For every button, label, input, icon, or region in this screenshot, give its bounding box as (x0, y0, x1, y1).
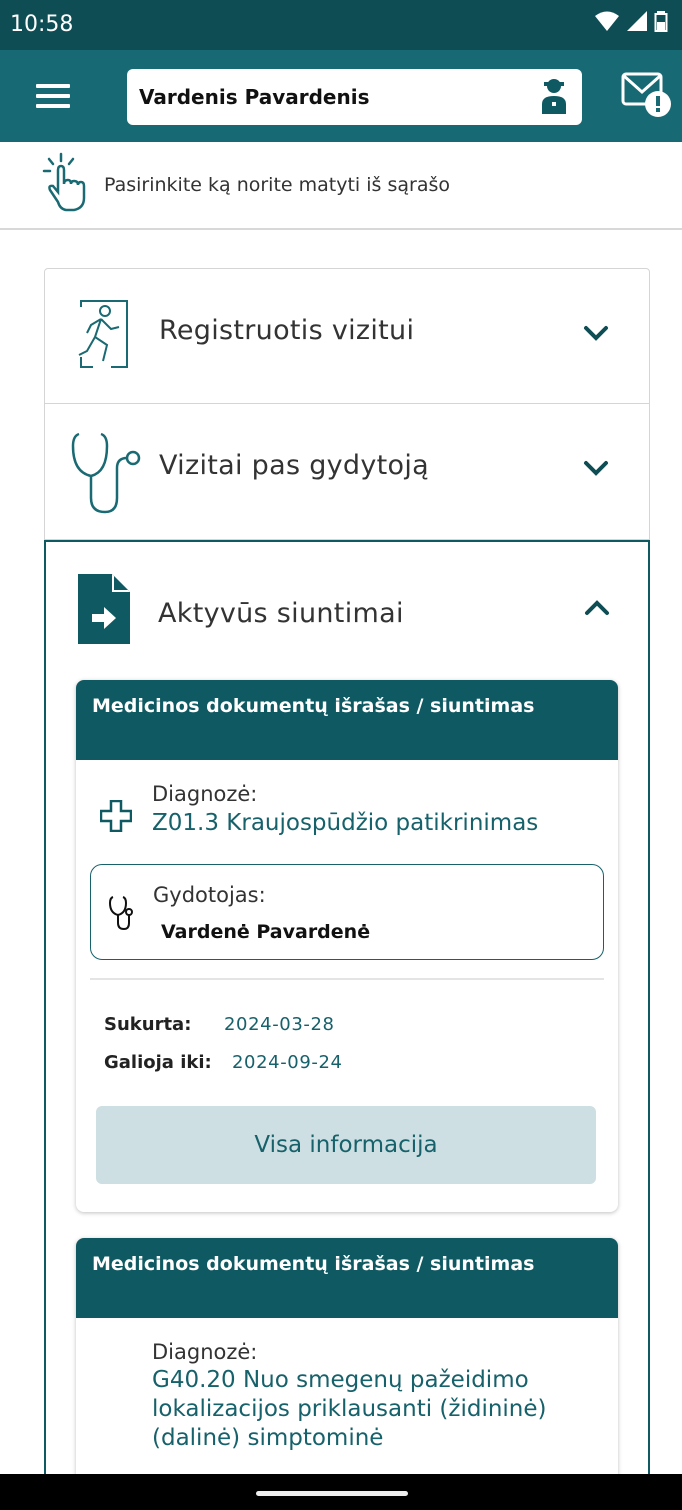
diagnosis-label: Diagnozė: (152, 1340, 258, 1364)
status-bar: 10:58 (0, 0, 682, 50)
patient-selector[interactable]: Vardenis Pavardenis (127, 69, 582, 125)
battery-icon (654, 11, 668, 32)
accordion-label[interactable]: Aktyvūs siuntimai (158, 598, 404, 629)
doctor-name: Vardenė Pavardenė (161, 921, 371, 943)
messages-alert-icon[interactable] (620, 70, 674, 122)
referral-card: Medicinos dokumentų išrašas / siuntimas … (76, 1238, 618, 1510)
patient-name: Vardenis Pavardenis (139, 85, 370, 109)
chevron-down-icon[interactable] (583, 460, 609, 476)
diagnosis-block: Diagnozė: Z01.3 Kraujospūdžio patikrinim… (76, 760, 618, 858)
signal-icon (627, 11, 647, 31)
stethoscope-icon (71, 432, 141, 514)
home-gesture-handle[interactable] (256, 1491, 408, 1496)
doctor-label: Gydotojas: (153, 883, 266, 907)
referral-card-title: Medicinos dokumentų išrašas / siuntimas (76, 1238, 618, 1318)
diagnosis-label: Diagnozė: (152, 782, 258, 806)
accordion-doctor-visits[interactable]: Vizitai pas gydytoją (44, 404, 650, 540)
divider (90, 978, 604, 980)
chevron-up-icon[interactable] (584, 600, 610, 616)
accordion-label: Vizitai pas gydytoją (159, 450, 429, 481)
services-accordion: Registruotis vizitui Vizitai pas gydytoj… (44, 268, 650, 1510)
patient-avatar-icon (542, 79, 566, 114)
system-navigation-bar (0, 1474, 682, 1510)
stethoscope-icon (109, 896, 133, 931)
created-date: 2024-03-28 (224, 1014, 335, 1035)
chevron-down-icon[interactable] (583, 325, 609, 341)
status-icons (594, 10, 668, 32)
referral-card: Medicinos dokumentų išrašas / siuntimas … (76, 680, 618, 1212)
valid-until-date: 2024-09-24 (232, 1052, 343, 1073)
valid-until-row: Galioja iki: 2024-09-24 (104, 1052, 343, 1073)
tap-hand-icon (42, 152, 86, 212)
full-info-button[interactable]: Visa informacija (96, 1106, 596, 1184)
app-screen: 10:58 Vardenis Pavardenis Pasirinkite ką… (0, 0, 682, 1510)
app-bar: Vardenis Pavardenis (0, 50, 682, 142)
accordion-label: Registruotis vizitui (159, 315, 415, 346)
doctor-block: Gydotojas: Vardenė Pavardenė (90, 864, 604, 960)
exit-door-icon (78, 300, 128, 368)
menu-icon[interactable] (36, 84, 70, 110)
referral-card-title: Medicinos dokumentų išrašas / siuntimas (76, 680, 618, 760)
created-label: Sukurta: (104, 1014, 192, 1035)
diagnosis-value: G40.20 Nuo smegenų pažeidimo lokalizacij… (152, 1367, 547, 1451)
created-row: Sukurta: 2024-03-28 (104, 1014, 335, 1035)
hint-text: Pasirinkite ką norite matyti iš sąrašo (104, 174, 450, 196)
hint-banner: Pasirinkite ką norite matyti iš sąrašo (0, 142, 682, 230)
document-arrow-icon[interactable] (78, 574, 130, 644)
diagnosis-value: Z01.3 Kraujospūdžio patikrinimas (152, 810, 539, 836)
accordion-register-visit[interactable]: Registruotis vizitui (44, 268, 650, 404)
medical-cross-icon (100, 800, 132, 832)
status-time: 10:58 (10, 12, 74, 37)
main-content: Registruotis vizitui Vizitai pas gydytoj… (8, 232, 674, 1510)
wifi-icon (595, 11, 619, 31)
accordion-active-referrals: Aktyvūs siuntimai Medicinos dokumentų iš… (44, 540, 650, 1510)
valid-until-label: Galioja iki: (104, 1052, 212, 1073)
